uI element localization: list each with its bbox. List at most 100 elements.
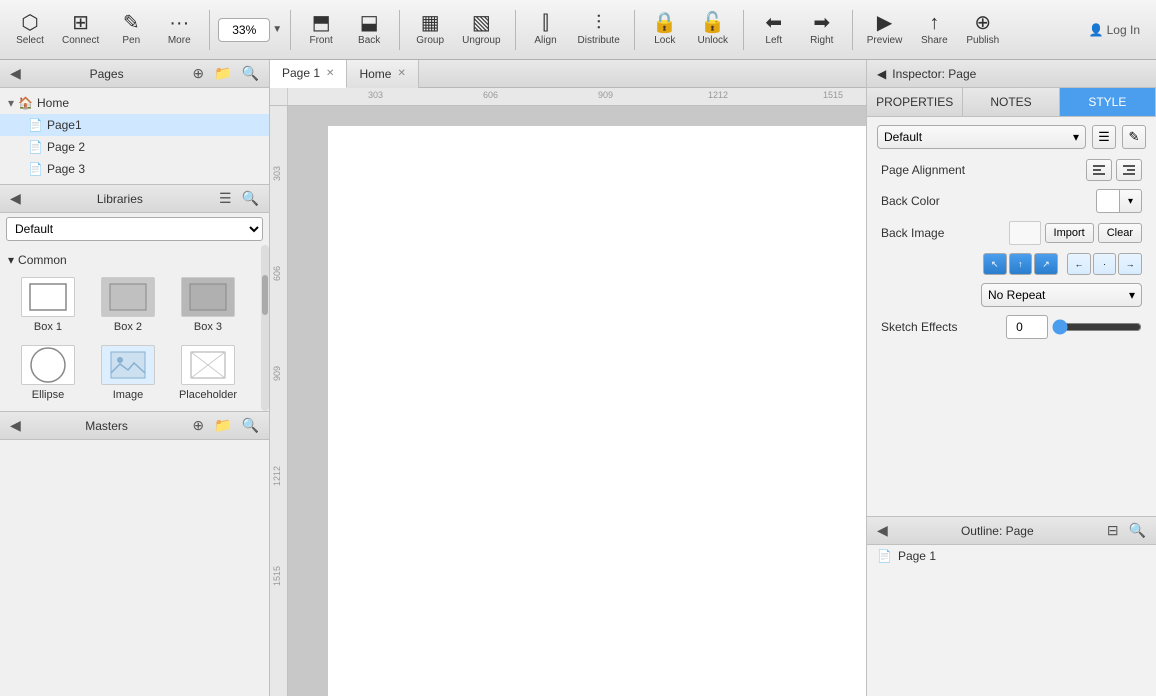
ruler-v-909: 909: [272, 366, 282, 381]
zoom-input[interactable]: [218, 18, 270, 42]
import-button[interactable]: Import: [1045, 223, 1094, 243]
align-button[interactable]: ⫿ Align: [524, 4, 568, 56]
pen-button[interactable]: ✎ Pen: [109, 4, 153, 56]
clear-button[interactable]: Clear: [1098, 223, 1142, 243]
outline-item-page1[interactable]: 📄 Page 1: [867, 545, 1156, 567]
sketch-slider[interactable]: [1052, 318, 1142, 336]
tab-home[interactable]: Home ✕: [347, 60, 418, 88]
lib-item-box2[interactable]: Box 2: [88, 271, 168, 339]
left-button[interactable]: ⬅ Left: [752, 4, 796, 56]
lib-item-ellipse[interactable]: Ellipse: [8, 339, 88, 407]
pos-middleleft-btn[interactable]: ←: [1067, 253, 1091, 275]
lock-button[interactable]: 🔒 Lock: [643, 4, 687, 56]
outline-filter-icon[interactable]: ⊟: [1105, 520, 1121, 541]
style-section: Default ▾ ☰ ✎ Page Alignment: [867, 117, 1156, 516]
tree-item-page2[interactable]: 📄 Page 2: [0, 136, 269, 158]
pen-icon: ✎: [123, 13, 140, 33]
masters-search-icon[interactable]: 🔍: [240, 415, 261, 436]
more-label: More: [168, 35, 191, 46]
common-expand-icon[interactable]: ▾: [8, 253, 14, 267]
unlock-label: Unlock: [697, 35, 728, 46]
sketch-value-input[interactable]: [1006, 315, 1048, 339]
lib-item-placeholder[interactable]: Placeholder: [168, 339, 248, 407]
lib-scrollbar[interactable]: [261, 245, 269, 411]
canvas-content[interactable]: [288, 106, 866, 696]
lib-collapse-icon[interactable]: ◀: [8, 188, 23, 209]
masters-folder-icon[interactable]: 📁: [212, 415, 233, 436]
outline-title: Outline: Page: [896, 524, 1099, 538]
page1-label: Page1: [47, 118, 82, 132]
default-dropdown[interactable]: Default ▾: [877, 125, 1086, 149]
tab-notes[interactable]: NOTES: [963, 88, 1059, 116]
tab-properties-label: PROPERTIES: [876, 95, 953, 109]
select-button[interactable]: ⬡ Select: [8, 4, 52, 56]
lib-item-box3[interactable]: Box 3: [168, 271, 248, 339]
back-label: Back: [358, 35, 380, 46]
connect-button[interactable]: ⊞ Connect: [56, 4, 105, 56]
share-button[interactable]: ↑ Share: [912, 4, 956, 56]
pages-folder-icon[interactable]: 📁: [212, 63, 233, 84]
preview-label: Preview: [867, 35, 903, 46]
pages-collapse-icon[interactable]: ◀: [8, 63, 23, 84]
tab-home-close[interactable]: ✕: [397, 68, 405, 79]
tab-style[interactable]: STYLE: [1060, 88, 1156, 116]
page-icon-3: 📄: [28, 162, 43, 176]
pos-middlecenter-btn[interactable]: ·: [1093, 253, 1117, 275]
box1-name: Box 1: [34, 321, 62, 333]
page-alignment-controls: [1086, 159, 1142, 181]
color-dropdown-btn[interactable]: ▾: [1120, 189, 1142, 213]
publish-button[interactable]: ⊕ Publish: [960, 4, 1005, 56]
back-button[interactable]: ⬓ Back: [347, 4, 391, 56]
tree-item-page1[interactable]: 📄 Page1: [0, 114, 269, 136]
lib-item-image[interactable]: Image: [88, 339, 168, 407]
tree-item-home[interactable]: ▾ 🏠 Home: [0, 92, 269, 114]
inspector-title: Inspector: Page: [892, 67, 976, 81]
pages-search-icon[interactable]: 🔍: [240, 63, 261, 84]
tab-page1-close[interactable]: ✕: [326, 68, 334, 79]
lib-item-box1[interactable]: Box 1: [8, 271, 88, 339]
pos-topcenter-btn[interactable]: ↑: [1009, 253, 1033, 275]
lib-menu-icon[interactable]: ☰: [217, 188, 234, 209]
pages-add-icon[interactable]: ⊕: [190, 63, 206, 84]
align-right-icon: [1122, 163, 1136, 177]
no-repeat-dropdown[interactable]: No Repeat ▾: [981, 283, 1142, 307]
lib-search-icon[interactable]: 🔍: [240, 188, 261, 209]
back-icon: ⬓: [360, 13, 379, 33]
unlock-button[interactable]: 🔓 Unlock: [691, 4, 735, 56]
tab-page1[interactable]: Page 1 ✕: [270, 60, 347, 88]
ruler-v-303: 303: [272, 166, 282, 181]
more-button[interactable]: ··· More: [157, 4, 201, 56]
preview-button[interactable]: ▶ Preview: [861, 4, 909, 56]
library-dropdown[interactable]: Default: [6, 217, 263, 241]
zoom-control[interactable]: ▼: [218, 18, 282, 42]
back-color-swatch[interactable]: [1096, 189, 1120, 213]
back-image-controls: Import Clear: [1009, 221, 1142, 245]
distribute-button[interactable]: ⫶ Distribute: [572, 4, 626, 56]
align-left-btn[interactable]: [1086, 159, 1112, 181]
inspector-collapse-icon[interactable]: ◀: [877, 67, 886, 81]
ruler-v-1515: 1515: [272, 566, 282, 586]
tab-properties[interactable]: PROPERTIES: [867, 88, 963, 116]
canvas-page[interactable]: [328, 126, 866, 696]
masters-add-icon[interactable]: ⊕: [190, 415, 206, 436]
pos-middleright-btn[interactable]: →: [1118, 253, 1142, 275]
sep-1: [209, 10, 210, 50]
pos-topleft-btn[interactable]: ↖: [983, 253, 1007, 275]
pos-topright-btn[interactable]: ↗: [1034, 253, 1058, 275]
login-button[interactable]: 👤 Log In: [1081, 17, 1148, 43]
connect-icon: ⊞: [72, 13, 89, 33]
style-edit-btn[interactable]: ☰: [1092, 125, 1116, 149]
outline-search-icon[interactable]: 🔍: [1127, 520, 1148, 541]
lib-scroll-thumb[interactable]: [262, 275, 268, 315]
align-right-btn[interactable]: [1116, 159, 1142, 181]
group-button[interactable]: ▦ Group: [408, 4, 452, 56]
masters-collapse-icon[interactable]: ◀: [8, 415, 23, 436]
libraries-section: ◀ Libraries ☰ 🔍 Default ▾ Common: [0, 184, 269, 411]
style-add-btn[interactable]: ✎: [1122, 125, 1146, 149]
right-button[interactable]: ➡ Right: [800, 4, 844, 56]
outline-collapse-icon[interactable]: ◀: [875, 520, 890, 541]
tree-item-page3[interactable]: 📄 Page 3: [0, 158, 269, 180]
ungroup-button[interactable]: ▧ Ungroup: [456, 4, 506, 56]
lock-icon: 🔒: [652, 13, 677, 33]
front-button[interactable]: ⬒ Front: [299, 4, 343, 56]
